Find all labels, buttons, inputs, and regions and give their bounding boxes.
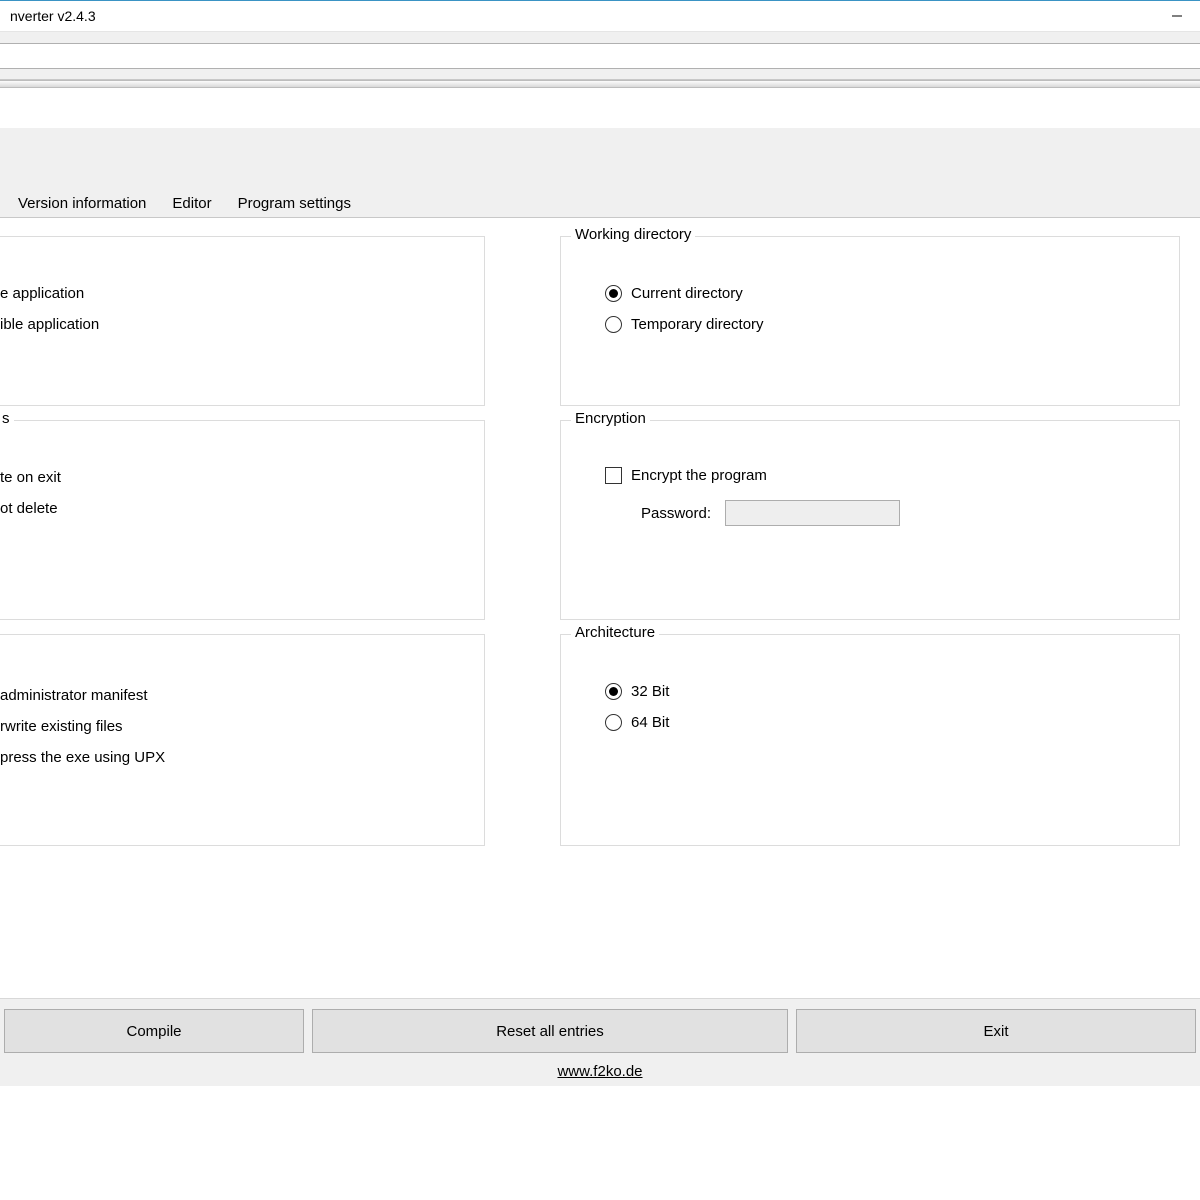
reset-button[interactable]: Reset all entries: [312, 1009, 788, 1053]
tab-strip: Version information Editor Program setti…: [0, 188, 1200, 218]
group-working-dir-legend: Working directory: [571, 226, 695, 243]
tab-editor[interactable]: Editor: [159, 189, 224, 217]
group-app-type: e application ible application: [0, 236, 485, 406]
opt-upx-label: press the exe using UPX: [0, 749, 165, 766]
path-field-1: [0, 32, 1200, 80]
group-encryption: Encryption Encrypt the program Password:: [560, 420, 1180, 620]
footer-link[interactable]: www.f2ko.de: [557, 1063, 642, 1080]
opt-upx[interactable]: press the exe using UPX: [0, 749, 462, 766]
group-temp-files-legend: s: [0, 410, 14, 427]
title-bar: nverter v2.4.3: [0, 0, 1200, 31]
tab-host: Version information Editor Program setti…: [0, 128, 1200, 998]
opt-not-delete[interactable]: ot delete: [0, 500, 462, 517]
window-title: nverter v2.4.3: [10, 8, 96, 24]
checkbox-icon: [605, 467, 622, 484]
opt-delete-exit-label: te on exit: [0, 469, 61, 486]
opt-overwrite-label: rwrite existing files: [0, 718, 123, 735]
radio-icon: [605, 683, 622, 700]
opt-overwrite[interactable]: rwrite existing files: [0, 718, 462, 735]
check-encrypt-label: Encrypt the program: [631, 467, 767, 484]
radio-32bit[interactable]: 32 Bit: [605, 683, 1157, 700]
radio-64bit-label: 64 Bit: [631, 714, 669, 731]
password-row: Password:: [641, 500, 1157, 526]
group-architecture-legend: Architecture: [571, 624, 659, 641]
path-field-2[interactable]: [0, 88, 1200, 128]
password-label: Password:: [641, 505, 711, 522]
divider-bar: [0, 80, 1200, 88]
path-input-1[interactable]: [0, 43, 1200, 69]
group-misc: administrator manifest rwrite existing f…: [0, 634, 485, 846]
opt-app-type-1[interactable]: e application: [0, 285, 462, 302]
radio-32bit-label: 32 Bit: [631, 683, 669, 700]
radio-icon: [605, 714, 622, 731]
opt-admin-manifest[interactable]: administrator manifest: [0, 687, 462, 704]
radio-icon: [605, 316, 622, 333]
exit-button[interactable]: Exit: [796, 1009, 1196, 1053]
radio-64bit[interactable]: 64 Bit: [605, 714, 1157, 731]
opt-app-type-1-label: e application: [0, 285, 84, 302]
exit-button-label: Exit: [983, 1023, 1008, 1040]
compile-button-label: Compile: [126, 1023, 181, 1040]
reset-button-label: Reset all entries: [496, 1023, 604, 1040]
tab-program-settings[interactable]: Program settings: [225, 189, 364, 217]
radio-current-dir[interactable]: Current directory: [605, 285, 1157, 302]
right-column: Working directory Current directory Temp…: [505, 218, 1200, 998]
radio-icon: [605, 285, 622, 302]
opt-app-type-2-label: ible application: [0, 316, 99, 333]
tab-panel: e application ible application s te on e…: [0, 218, 1200, 998]
opt-delete-exit[interactable]: te on exit: [0, 469, 462, 486]
group-architecture: Architecture 32 Bit 64 Bit: [560, 634, 1180, 846]
footer-link-row: www.f2ko.de: [0, 1057, 1200, 1086]
group-temp-files: s te on exit ot delete: [0, 420, 485, 620]
footer-buttons: Compile Reset all entries Exit: [0, 998, 1200, 1057]
radio-current-dir-label: Current directory: [631, 285, 743, 302]
toolbar-zone: [0, 31, 1200, 128]
radio-temp-dir[interactable]: Temporary directory: [605, 316, 1157, 333]
opt-not-delete-label: ot delete: [0, 500, 58, 517]
radio-temp-dir-label: Temporary directory: [631, 316, 764, 333]
password-input[interactable]: [725, 500, 900, 526]
window-controls: [1154, 1, 1200, 31]
opt-app-type-2[interactable]: ible application: [0, 316, 462, 333]
group-encryption-legend: Encryption: [571, 410, 650, 427]
minimize-button[interactable]: [1154, 1, 1200, 31]
group-working-dir: Working directory Current directory Temp…: [560, 236, 1180, 406]
check-encrypt[interactable]: Encrypt the program: [605, 467, 1157, 484]
opt-admin-manifest-label: administrator manifest: [0, 687, 148, 704]
left-column: e application ible application s te on e…: [0, 218, 505, 998]
compile-button[interactable]: Compile: [4, 1009, 304, 1053]
tab-version-info[interactable]: Version information: [5, 189, 159, 217]
